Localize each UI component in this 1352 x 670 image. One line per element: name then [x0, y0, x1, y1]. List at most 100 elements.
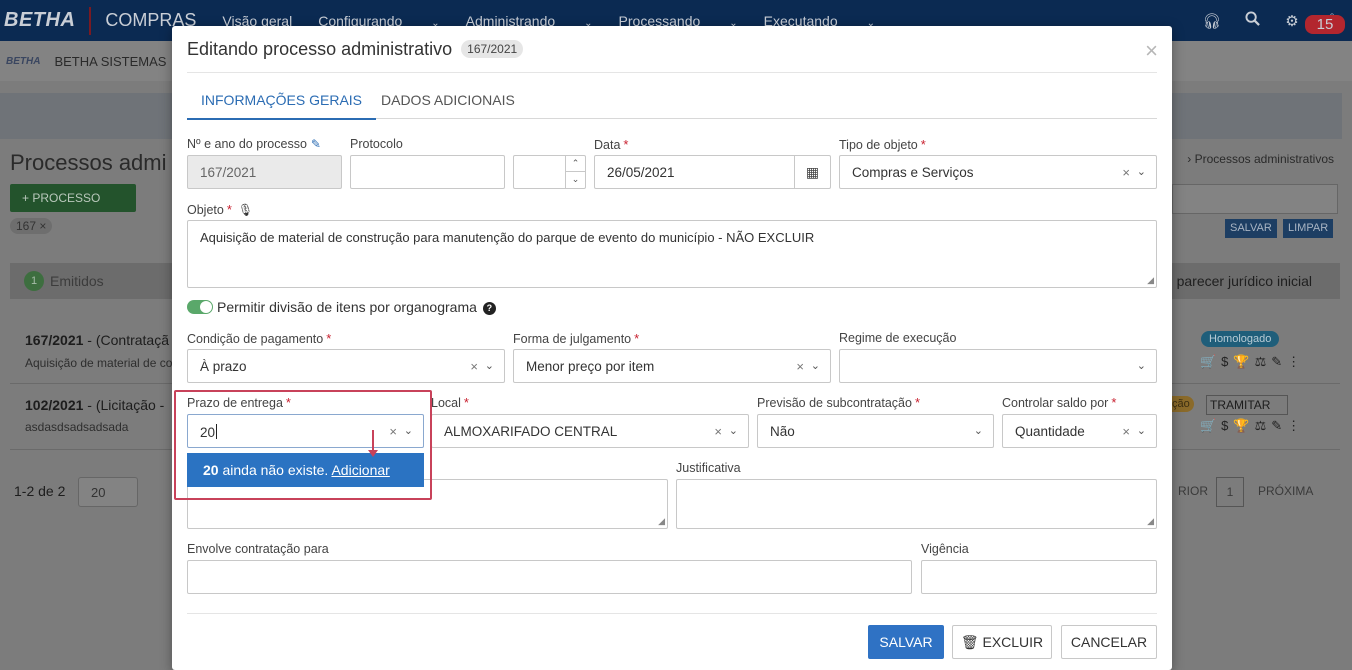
clear-icon[interactable]: ×: [1122, 165, 1130, 180]
envolve-contratacao-field[interactable]: [187, 560, 912, 594]
tab-parecer[interactable]: parecer jurídico inicial: [1177, 273, 1312, 289]
current-page[interactable]: 1: [1216, 477, 1244, 507]
controlar-saldo-select[interactable]: Quantidade × ⌄: [1002, 414, 1157, 448]
select-value: À prazo: [200, 359, 247, 374]
pencil-icon[interactable]: ✎: [311, 137, 321, 151]
vigencia-label: Vigência: [921, 542, 969, 556]
help-icon[interactable]: ?: [482, 302, 496, 315]
vigencia-field[interactable]: [921, 560, 1157, 594]
clear-icon[interactable]: ×: [470, 359, 478, 374]
tab-dados-adicionais[interactable]: DADOS ADICIONAIS: [381, 92, 515, 108]
label-text: Tipo de objeto: [839, 138, 918, 152]
saldo-label: Controlar saldo por *: [1002, 395, 1116, 410]
bell-icon[interactable]: 🔔︎15: [1305, 12, 1352, 34]
objeto-textarea[interactable]: Aquisição de material de construção para…: [187, 220, 1157, 288]
search-icon[interactable]: [1232, 11, 1272, 30]
chevron-down-icon[interactable]: ⌄: [485, 359, 494, 372]
cancel-button[interactable]: CANCELAR: [1061, 625, 1157, 659]
tramitar-select[interactable]: TRAMITAR: [1206, 395, 1288, 415]
protocolo-field[interactable]: [350, 155, 505, 189]
organograma-toggle[interactable]: [187, 300, 213, 314]
forma-label: Forma de julgamento *: [513, 331, 639, 346]
chevron-down-icon[interactable]: ⌄: [729, 424, 738, 437]
process-type: - (Contrataçã: [87, 332, 169, 348]
clear-icon[interactable]: ×: [1122, 424, 1130, 439]
select-value: ALMOXARIFADO CENTRAL: [444, 424, 618, 439]
modal-title: Editando processo administrativo 167/202…: [187, 39, 524, 60]
chevron-down-icon[interactable]: ⌄: [811, 359, 820, 372]
filter-chip[interactable]: 167 ×: [10, 218, 53, 234]
chevron-down-icon[interactable]: ⌄: [1137, 359, 1146, 372]
tab-informacoes-gerais[interactable]: INFORMAÇÕES GERAIS: [186, 92, 377, 120]
justificativa-textarea[interactable]: ◢: [676, 479, 1157, 529]
tab-emitidos[interactable]: Emitidos: [50, 273, 104, 289]
calendar-icon[interactable]: ▦: [794, 156, 830, 188]
required-marker: *: [914, 395, 921, 410]
delete-button[interactable]: 🗑︎ EXCLUIR: [952, 625, 1052, 659]
protocolo-year-stepper[interactable]: ⌃ ⌄: [513, 155, 586, 189]
search-box[interactable]: [1172, 184, 1338, 214]
process-id: 102/2021: [25, 397, 84, 413]
prev-page-button[interactable]: RIOR: [1178, 484, 1208, 498]
toggle-label: Permitir divisão de itens por organogram…: [217, 299, 496, 315]
select-value: Não: [770, 424, 795, 439]
new-process-button[interactable]: + PROCESSO: [10, 184, 136, 212]
condicao-pagamento-select[interactable]: À prazo × ⌄: [187, 349, 505, 383]
stepper-buttons: ⌃ ⌄: [565, 156, 585, 188]
justificativa-label: Justificativa: [676, 461, 741, 475]
resize-handle[interactable]: ◢: [1147, 275, 1154, 286]
clear-filter-button[interactable]: LIMPAR: [1283, 219, 1334, 238]
required-marker: *: [463, 395, 469, 410]
label-text: Local: [431, 396, 461, 410]
envolve-label: Envolve contratação para: [187, 542, 329, 556]
label-text: Controlar saldo por: [1002, 396, 1109, 410]
status-badge: Homologado: [1201, 331, 1280, 347]
label-text: Nº e ano do processo: [187, 137, 307, 151]
forma-julgamento-select[interactable]: Menor preço por item × ⌄: [513, 349, 831, 383]
list-item-title[interactable]: 102/2021 - (Licitação -: [25, 397, 164, 413]
resize-handle[interactable]: ◢: [1147, 516, 1154, 527]
regime-execucao-select[interactable]: ⌄: [839, 349, 1157, 383]
label-text: Data: [594, 138, 621, 152]
pagination-range: 1-2 de 2: [14, 483, 66, 499]
chevron-down-icon[interactable]: ⌄: [1137, 165, 1146, 178]
divider: [187, 72, 1157, 73]
close-icon[interactable]: ×: [1145, 38, 1158, 64]
previsao-subcontratacao-select[interactable]: Não ⌄: [757, 414, 994, 448]
date-field[interactable]: 26/05/2021 ▦: [594, 155, 831, 189]
label-text: Previsão de subcontratação: [757, 396, 912, 410]
page-size-select[interactable]: 20: [78, 477, 138, 507]
edit-process-modal: Editando processo administrativo 167/202…: [172, 26, 1172, 670]
modal-title-text: Editando processo administrativo: [187, 39, 453, 59]
brand-logo[interactable]: BETHA: [4, 9, 75, 32]
save-button[interactable]: SALVAR: [868, 625, 944, 659]
select-value: Quantidade: [1015, 424, 1085, 439]
chevron-down-icon[interactable]: ⌄: [566, 172, 585, 188]
clear-icon[interactable]: ×: [714, 424, 722, 439]
chevron-up-icon[interactable]: ⌃: [566, 156, 585, 172]
row-action-icons[interactable]: 🛒$🏆⚖✎⋮: [1200, 418, 1305, 434]
chevron-down-icon[interactable]: ⌄: [974, 424, 983, 437]
select-value: Compras e Serviços: [852, 165, 974, 180]
clear-icon[interactable]: ×: [796, 359, 804, 374]
tipo-objeto-select[interactable]: Compras e Serviços × ⌄: [839, 155, 1157, 189]
select-value: Menor preço por item: [526, 359, 655, 374]
tipo-objeto-label: Tipo de objeto *: [839, 137, 926, 152]
entity-name[interactable]: BETHA SISTEMAS: [54, 54, 166, 69]
chevron-down-icon[interactable]: ⌄: [1137, 424, 1146, 437]
required-marker: *: [623, 137, 629, 152]
local-select[interactable]: ALMOXARIFADO CENTRAL × ⌄: [431, 414, 749, 448]
list-item-title[interactable]: 167/2021 - (Contrataçã: [25, 332, 169, 348]
row-action-icons[interactable]: 🛒$🏆⚖✎⋮: [1200, 354, 1305, 370]
previsao-label: Previsão de subcontratação *: [757, 395, 920, 410]
resize-handle[interactable]: ◢: [658, 516, 665, 527]
modal-tabs: INFORMAÇÕES GERAIS DADOS ADICIONAIS: [186, 83, 1157, 120]
headset-icon[interactable]: 🎧︎: [1192, 12, 1232, 30]
button-label: EXCLUIR: [982, 634, 1044, 650]
next-page-button[interactable]: PRÓXIMA: [1258, 484, 1313, 498]
date-value: 26/05/2021: [607, 165, 675, 180]
microphone-icon[interactable]: 🎙︎: [238, 203, 253, 217]
tab-count-badge: 1: [24, 271, 44, 291]
save-filter-button[interactable]: SALVAR: [1225, 219, 1277, 238]
breadcrumb[interactable]: › Processos administrativos: [1187, 152, 1334, 166]
